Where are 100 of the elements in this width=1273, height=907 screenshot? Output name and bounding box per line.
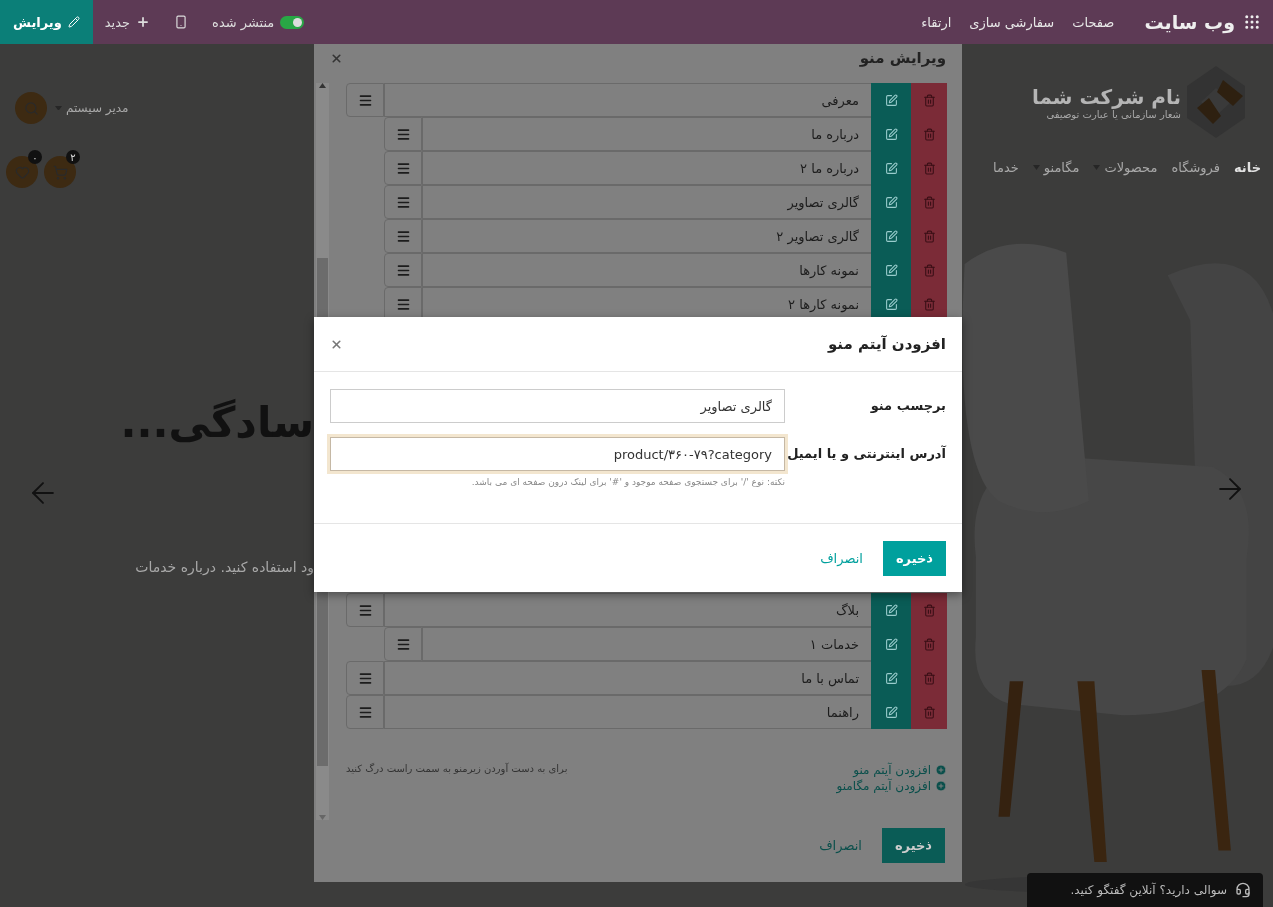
top-menu-link[interactable]: سفارشی سازی — [969, 14, 1055, 30]
trash-icon — [922, 93, 936, 107]
menu-icon — [357, 670, 373, 686]
nav-link[interactable]: فروشگاه — [1171, 160, 1220, 175]
trash-icon — [922, 603, 936, 617]
cart-icon — [52, 164, 68, 180]
close-icon[interactable] — [330, 337, 343, 351]
menu-item-label: خدمات ۱ — [422, 627, 871, 661]
drag-handle[interactable] — [384, 219, 422, 253]
new-button[interactable]: جدید — [92, 0, 163, 44]
trash-icon — [922, 637, 936, 651]
edit-button[interactable] — [871, 593, 911, 627]
trash-icon — [922, 195, 936, 209]
company-name: نام شرکت شما — [1031, 84, 1181, 109]
edit-icon — [884, 263, 898, 277]
input-field[interactable]: product/۳۶۰-۷۹?category — [330, 437, 785, 471]
edit-icon — [884, 195, 898, 209]
field-label: آدرس اینترنتی و یا ایمیل — [786, 444, 946, 461]
drag-handle[interactable] — [346, 695, 384, 729]
dialog-title: افزودن آیتم منو — [827, 335, 946, 353]
plus-circle-icon — [935, 764, 947, 776]
edit-button[interactable] — [871, 83, 911, 117]
nav-link[interactable]: مگامنو — [1032, 160, 1080, 175]
mobile-icon[interactable] — [174, 15, 189, 29]
menu-item-label: گالری تصاویر — [422, 185, 871, 219]
publish-label: منتشر شده — [212, 14, 275, 30]
menu-icon — [395, 126, 411, 142]
edit-icon — [884, 705, 898, 719]
nav-link[interactable]: خانه — [1234, 160, 1261, 175]
search-icon — [23, 100, 39, 116]
save-button[interactable]: ذخیره — [882, 540, 946, 576]
app-title: وب سایت — [1144, 11, 1235, 33]
trash-icon — [922, 127, 936, 141]
trash-icon — [922, 161, 936, 175]
menu-icon — [357, 92, 373, 108]
drag-handle[interactable] — [346, 83, 384, 117]
menu-icon — [357, 704, 373, 720]
edit-icon — [884, 637, 898, 651]
headset-icon — [1235, 882, 1251, 898]
menu-item-label: درباره ما — [422, 117, 871, 151]
drag-handle[interactable] — [384, 117, 422, 151]
nav-link[interactable]: محصولات — [1093, 160, 1158, 175]
menu-icon — [395, 262, 411, 278]
drag-handle[interactable] — [384, 627, 422, 661]
drag-handle[interactable] — [346, 661, 384, 695]
edit-button[interactable] — [871, 695, 911, 729]
logo-icon — [1187, 66, 1245, 138]
heart-icon — [14, 164, 30, 180]
trash-icon — [922, 705, 936, 719]
edit-icon — [884, 603, 898, 617]
chat-widget[interactable]: سوالی دارید؟ آنلاین گفتگو کنید. — [1027, 873, 1263, 907]
top-menu-link[interactable]: صفحات — [1072, 14, 1115, 30]
pencil-icon — [67, 16, 80, 28]
chat-text: سوالی دارید؟ آنلاین گفتگو کنید. — [1070, 883, 1227, 897]
plus-icon — [136, 15, 151, 29]
field-note: نکته: نوع '/' برای جستجوی صفحه موجود و '#' برای لینک درون صفحه ای می باشد. — [470, 477, 785, 487]
menu-item-label: معرفی — [384, 83, 871, 117]
edit-icon — [884, 161, 898, 175]
drag-handle[interactable] — [346, 593, 384, 627]
trash-icon — [922, 297, 936, 311]
apps-grid-icon[interactable] — [1243, 13, 1261, 31]
plus-circle-icon — [935, 780, 947, 792]
menu-icon — [395, 228, 411, 244]
menu-item-label: راهنما — [384, 695, 871, 729]
publish-toggle[interactable] — [280, 15, 305, 29]
drag-handle[interactable] — [384, 253, 422, 287]
menu-icon — [395, 160, 411, 176]
nav-link[interactable]: خدما — [992, 160, 1019, 175]
menu-item-label: بلاگ — [384, 593, 871, 627]
drag-handle[interactable] — [384, 185, 422, 219]
modal-title: ویرایش منو — [859, 49, 946, 67]
field-label: برچسب منو — [869, 397, 946, 413]
company-tagline: شعار سازمانی یا عبارت توصیفی — [1045, 108, 1181, 120]
edit-button[interactable]: ویرایش — [0, 0, 93, 44]
menu-icon — [395, 194, 411, 210]
top-menu-link[interactable]: ارتقاء — [921, 14, 952, 30]
menu-item-label: تماس با ما — [384, 661, 871, 695]
user-menu[interactable]: مدیر سیستم — [55, 101, 129, 115]
trash-icon — [922, 671, 936, 685]
menu-icon — [395, 296, 411, 312]
menu-item-label: نمونه کارها — [422, 253, 871, 287]
edit-icon — [884, 93, 898, 107]
trash-icon — [922, 229, 936, 243]
close-icon[interactable] — [330, 51, 343, 65]
drag-handle[interactable] — [384, 151, 422, 185]
menu-item-label: گالری تصاویر ۲ — [422, 219, 871, 253]
edit-icon — [884, 297, 898, 311]
menu-icon — [395, 636, 411, 652]
save-button[interactable]: ذخیره — [881, 827, 945, 863]
input-field[interactable]: گالری تصاویر — [330, 389, 785, 423]
cancel-link[interactable]: انصراف — [820, 550, 863, 566]
edit-icon — [884, 229, 898, 243]
edit-icon — [884, 671, 898, 685]
drag-hint: برای به دست آوردن زیرمنو به سمت راست درگ کنید — [346, 763, 568, 774]
menu-icon — [357, 602, 373, 618]
cart-count: ۲ — [66, 150, 80, 164]
trash-icon — [922, 263, 936, 277]
scroll-up-icon[interactable] — [319, 83, 326, 88]
wishlist-count: ۰ — [28, 150, 42, 164]
menu-item-label: درباره ما ۲ — [422, 151, 871, 185]
